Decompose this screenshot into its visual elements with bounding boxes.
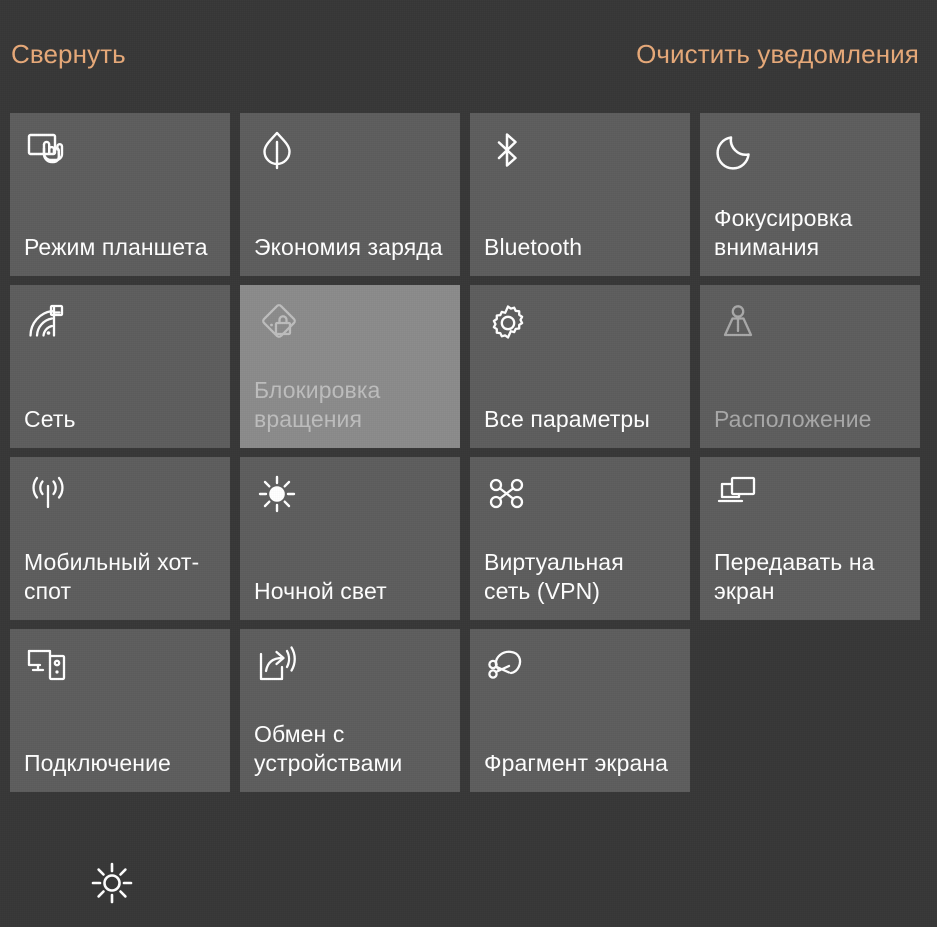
location-icon <box>716 301 906 355</box>
collapse-button[interactable]: Свернуть <box>11 38 126 70</box>
gear-icon <box>486 301 676 355</box>
quick-action-tile[interactable]: Фокусировка внимания <box>700 113 920 276</box>
clear-notifications-button[interactable]: Очистить уведомления <box>636 38 919 70</box>
quick-action-tile[interactable]: Ночной свет <box>240 457 460 620</box>
action-center-panel: Свернуть Очистить уведомления Режим план… <box>0 0 937 927</box>
quick-action-tile-label: Экономия заряда <box>254 234 443 260</box>
quick-action-tile[interactable]: Фрагмент экрана <box>470 629 690 792</box>
quick-action-tile[interactable]: Подключение <box>10 629 230 792</box>
quick-action-tile[interactable]: Обмен с устройствами <box>240 629 460 792</box>
moon-icon <box>716 129 906 183</box>
sun-icon <box>256 473 446 527</box>
quick-action-tile-label: Все параметры <box>484 406 650 432</box>
quick-actions-grid: Режим планшета Экономия заряда Bluetooth… <box>10 113 930 792</box>
quick-action-tile[interactable]: Передавать на экран <box>700 457 920 620</box>
quick-action-tile-label: Ночной свет <box>254 578 387 604</box>
quick-action-tile-label: Подключение <box>24 750 171 776</box>
rotation-lock-icon <box>256 301 446 355</box>
nearby-share-icon <box>256 645 446 699</box>
quick-action-tile-label: Передавать на экран <box>714 549 875 604</box>
brightness-slider-row <box>0 835 937 927</box>
quick-action-tile[interactable]: Сеть <box>10 285 230 448</box>
quick-action-tile-label: Сеть <box>24 406 76 432</box>
tablet-mode-icon <box>26 129 216 183</box>
quick-action-tile-label: Режим планшета <box>24 234 208 260</box>
quick-action-tile[interactable]: Все параметры <box>470 285 690 448</box>
quick-action-tile[interactable]: Мобильный хот-спот <box>10 457 230 620</box>
hotspot-icon <box>26 473 216 527</box>
vpn-icon <box>486 473 676 527</box>
project-screen-icon <box>716 473 906 527</box>
action-center-header: Свернуть Очистить уведомления <box>0 0 937 105</box>
connect-device-icon <box>26 645 216 699</box>
brightness-icon <box>88 859 136 907</box>
quick-action-tile-label: Bluetooth <box>484 234 583 260</box>
battery-saver-icon <box>256 129 446 183</box>
quick-action-tile[interactable]: Виртуальная сеть (VPN) <box>470 457 690 620</box>
quick-action-tile-label: Обмен с устройствами <box>254 721 403 776</box>
screen-snip-icon <box>486 645 676 699</box>
quick-action-tile-label: Фокусировка внимания <box>714 205 853 260</box>
quick-action-tile-empty <box>700 629 920 792</box>
network-wifi-icon <box>26 301 216 355</box>
quick-action-tile[interactable]: Расположение <box>700 285 920 448</box>
bluetooth-icon <box>486 129 676 183</box>
quick-action-tile-label: Блокировка вращения <box>254 377 381 432</box>
quick-action-tile[interactable]: Экономия заряда <box>240 113 460 276</box>
quick-action-tile-label: Виртуальная сеть (VPN) <box>484 549 624 604</box>
quick-action-tile[interactable]: Bluetooth <box>470 113 690 276</box>
quick-action-tile-label: Фрагмент экрана <box>484 750 669 776</box>
quick-action-tile[interactable]: Режим планшета <box>10 113 230 276</box>
quick-action-tile-label: Мобильный хот-спот <box>24 549 200 604</box>
quick-action-tile[interactable]: Блокировка вращения <box>240 285 460 448</box>
quick-action-tile-label: Расположение <box>714 406 872 432</box>
